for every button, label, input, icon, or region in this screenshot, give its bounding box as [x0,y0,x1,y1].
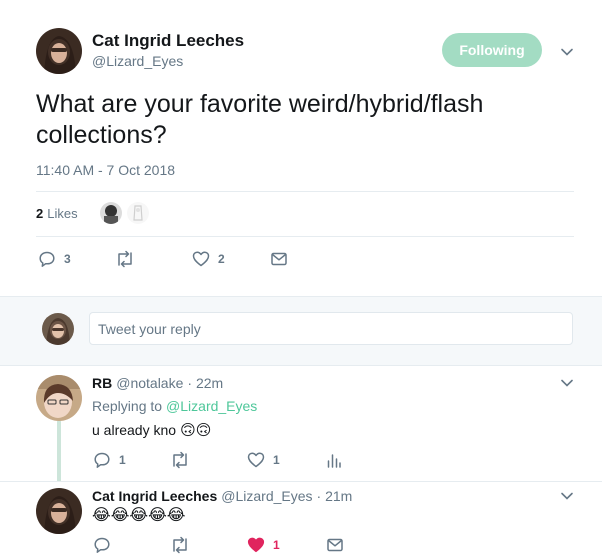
reply-composer: Tweet your reply [0,296,602,366]
reply-1-time[interactable]: · 22m [187,375,223,391]
reply-1-avatar[interactable] [36,375,82,421]
reply-1-emoji: 🙃🙃 [180,422,212,439]
reply-1-text-body: u already kno [92,422,177,438]
reply-1-like-button[interactable]: 1 [247,451,280,469]
reply-1-replying-to: Replying to @Lizard_Eyes [92,398,257,414]
replying-to-label: Replying to [92,398,163,414]
author-avatar[interactable] [36,28,82,74]
replying-to-handle[interactable]: @Lizard_Eyes [166,398,257,414]
retweet-icon [173,451,187,469]
reply-button[interactable]: 3 [38,250,71,268]
reply-1-reply-count: 1 [119,453,126,467]
composer-avatar [42,313,74,345]
tweet-menu-chevron-icon[interactable] [560,45,574,64]
like-count: 2 [218,252,225,266]
heart-filled-icon [247,537,265,553]
message-button[interactable] [270,250,288,268]
reply-1-author-name[interactable]: RB [92,375,112,391]
reply-2-menu-chevron-icon[interactable] [560,489,574,508]
reply-1-reply-button[interactable]: 1 [93,451,126,469]
retweet-button[interactable] [115,250,135,268]
reply-input-placeholder: Tweet your reply [98,321,201,337]
reply-1-menu-chevron-icon[interactable] [560,376,574,395]
heart-icon [247,452,265,468]
heart-icon [192,251,210,267]
envelope-icon [327,538,343,552]
tweet-timestamp[interactable]: 11:40 AM - 7 Oct 2018 [36,162,175,178]
reply-1-analytics-button[interactable] [326,451,342,469]
retweet-icon [173,536,187,554]
thread-line [57,420,61,482]
reply-2-time[interactable]: · 21m [317,488,353,504]
tweet-text: What are your favorite weird/hybrid/flas… [36,90,484,149]
divider-3 [0,481,602,482]
reply-2-reply-button[interactable] [93,536,111,554]
reply-1-retweet-button[interactable] [170,451,190,469]
likes-label: Likes [47,206,78,221]
divider-2 [36,236,574,237]
reply-icon [94,452,110,468]
reply-input[interactable]: Tweet your reply [89,312,573,345]
analytics-icon [327,454,341,468]
reply-1-author-handle[interactable]: @notalake [116,375,183,391]
reply-2-like-button[interactable]: 1 [247,536,280,554]
likes-summary[interactable]: 2 Likes [36,206,78,221]
reply-count: 3 [64,252,71,266]
reply-1-header: RB @notalake · 22m [92,375,223,391]
author-name[interactable]: Cat Ingrid Leeches [92,31,244,51]
envelope-icon [271,252,287,266]
reply-2-like-count: 1 [273,538,280,552]
following-button[interactable]: Following [442,33,542,67]
reply-2-message-button[interactable] [326,536,344,554]
reply-2-author-handle[interactable]: @Lizard_Eyes [221,488,312,504]
reply-1-like-count: 1 [273,453,280,467]
author-handle[interactable]: @Lizard_Eyes [92,53,183,69]
liker-avatar-2[interactable] [127,202,149,224]
retweet-icon [118,250,132,268]
likes-count: 2 [36,206,44,221]
reply-2-avatar[interactable] [36,488,82,534]
liker-avatar-1[interactable] [100,202,122,224]
reply-1-text: u already kno 🙃🙃 [92,421,211,439]
reply-2-header: Cat Ingrid Leeches @Lizard_Eyes · 21m [92,488,352,504]
reply-icon [94,537,110,553]
reply-icon [39,251,55,267]
like-button[interactable]: 2 [192,250,225,268]
divider-1 [36,191,574,192]
following-button-label: Following [459,42,525,58]
reply-2-author-name[interactable]: Cat Ingrid Leeches [92,488,217,504]
reply-2-retweet-button[interactable] [170,536,190,554]
reply-2-text: 😂😂😂😂😂 [92,507,186,524]
